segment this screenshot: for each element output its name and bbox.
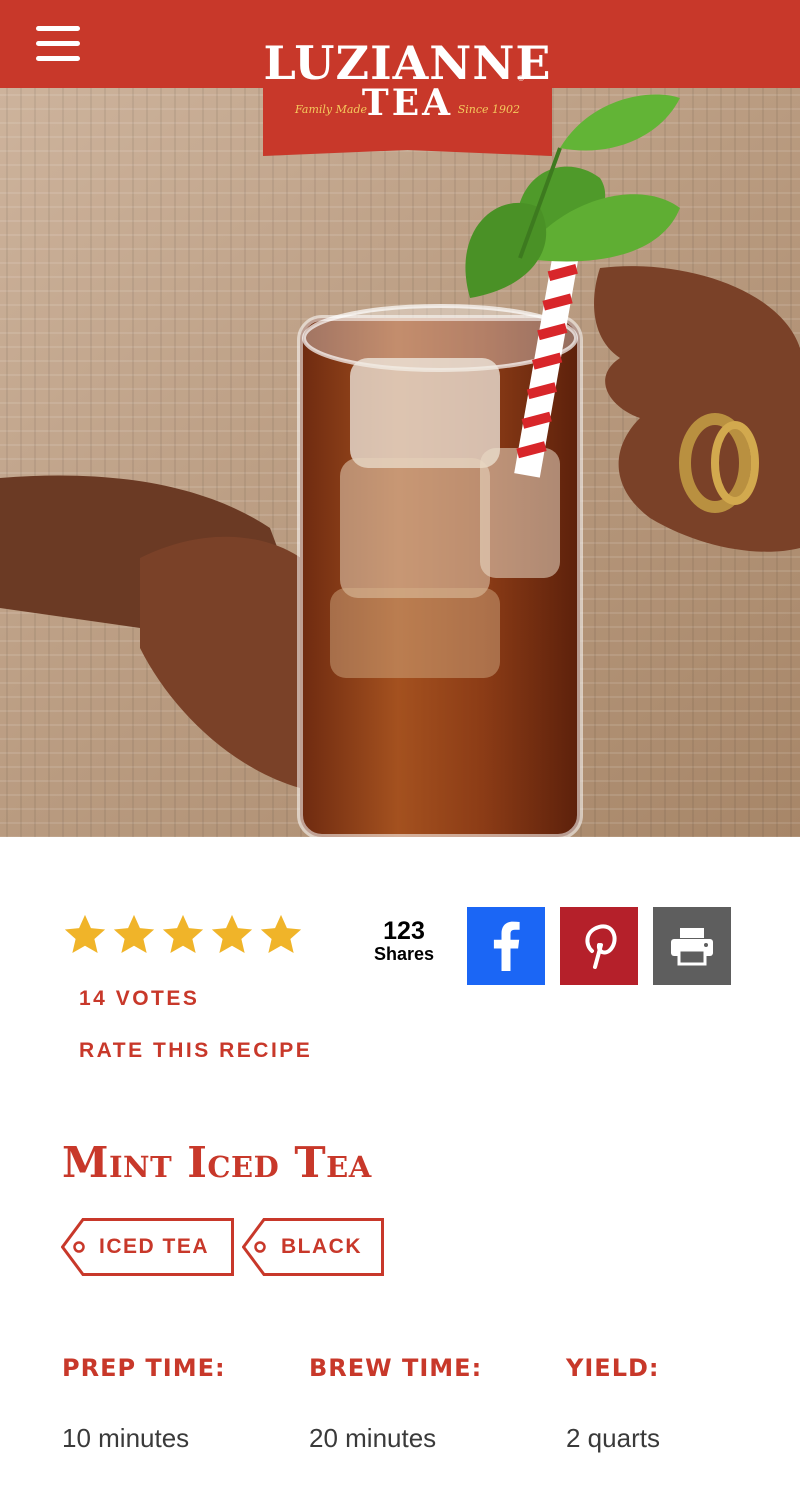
logo-tagline-right: Since 1902 <box>457 103 520 116</box>
recipe-title: Mint Iced Tea <box>62 1138 372 1187</box>
star-rating[interactable] <box>62 912 304 958</box>
share-count-label: Shares <box>373 944 435 964</box>
prep-time-value: 10 minutes <box>62 1423 190 1453</box>
brew-time-value: 20 minutes <box>309 1423 437 1453</box>
pinterest-share-button[interactable] <box>560 907 638 985</box>
tag-label: BLACK <box>281 1235 362 1258</box>
facebook-share-button[interactable] <box>467 907 545 985</box>
star-icon <box>211 914 253 954</box>
brew-time-label: BREW TIME: <box>309 1354 483 1382</box>
tag-label: ICED TEA <box>99 1235 210 1258</box>
tag-iced-tea[interactable]: ICED TEA <box>61 1218 234 1276</box>
print-button[interactable] <box>653 907 731 985</box>
facebook-icon <box>493 921 520 971</box>
votes-count: 14 VOTES <box>79 987 200 1010</box>
brand-logo[interactable]: LUZIANNE TEA Family Made Since 1902 ® <box>263 6 552 156</box>
yield-label: YIELD: <box>566 1354 660 1382</box>
star-icon <box>260 914 302 954</box>
rate-recipe-link[interactable]: RATE THIS RECIPE <box>79 1039 312 1063</box>
pinterest-icon <box>585 924 617 969</box>
printer-icon <box>671 928 713 966</box>
share-counter: 123 Shares <box>360 918 448 964</box>
hamburger-menu-icon[interactable] <box>36 26 82 64</box>
yield-value: 2 quarts <box>566 1423 660 1453</box>
star-icon <box>113 914 155 954</box>
logo-registered-mark: ® <box>518 74 524 83</box>
star-icon <box>162 914 204 954</box>
tag-black[interactable]: BLACK <box>242 1218 384 1276</box>
hero-image <box>0 88 800 837</box>
prep-time-label: PREP TIME: <box>62 1354 226 1382</box>
share-count: 123 <box>383 917 425 945</box>
logo-tagline-left: Family Made <box>295 103 367 116</box>
star-icon <box>64 914 106 954</box>
